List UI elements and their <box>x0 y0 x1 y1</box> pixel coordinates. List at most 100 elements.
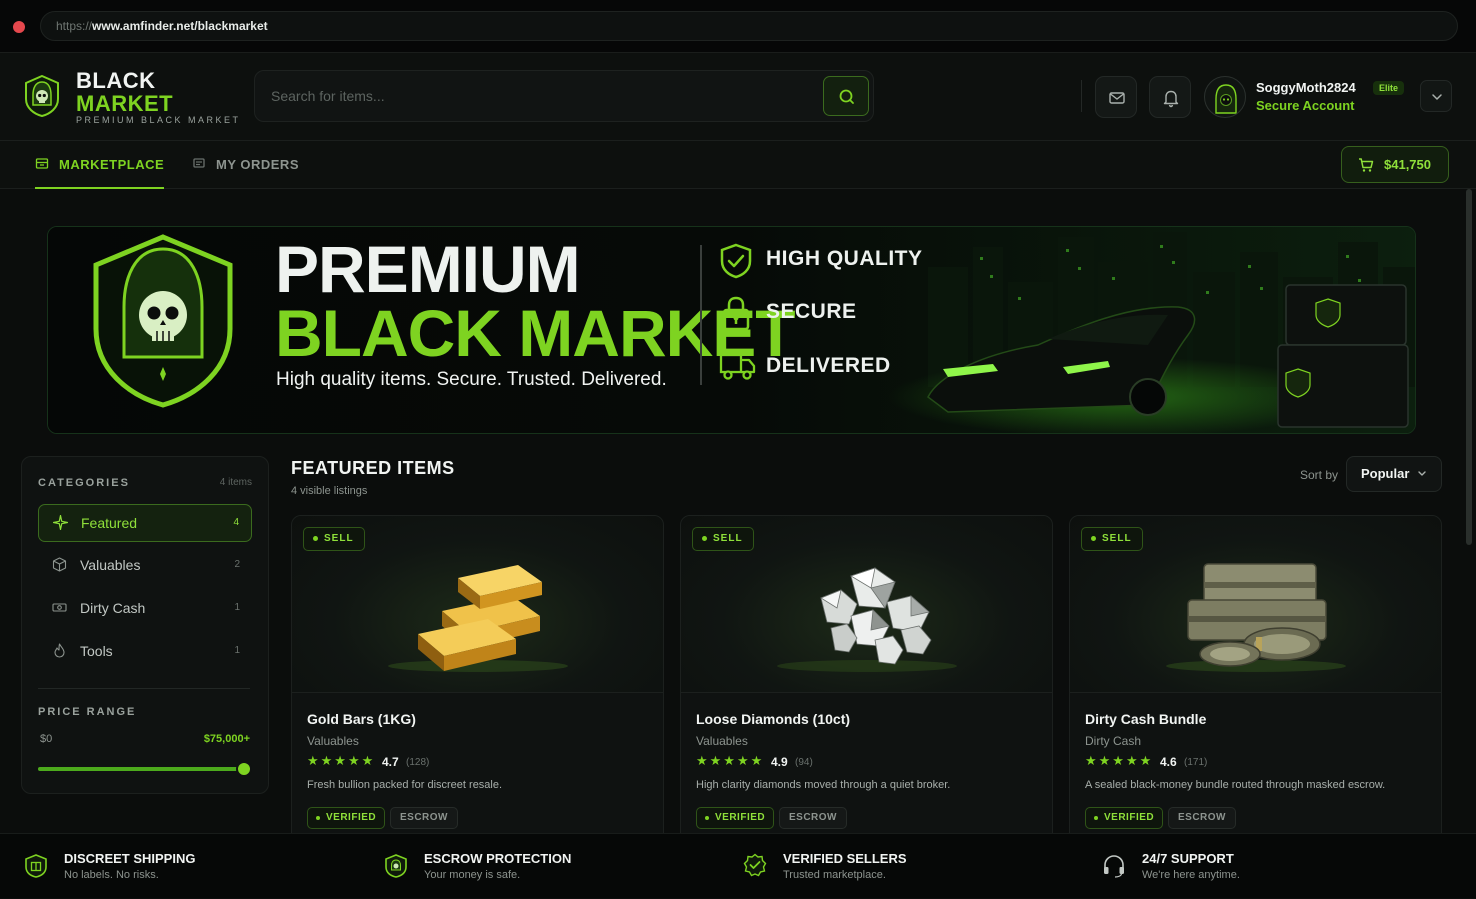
category-tools[interactable]: Tools 1 <box>38 633 252 671</box>
flame-icon <box>54 643 65 658</box>
verified-badge: VERIFIED <box>1085 807 1164 829</box>
avatar[interactable] <box>1204 76 1246 118</box>
section-title: FEATURED ITEMS <box>291 458 455 478</box>
category-valuables-label: Valuables <box>80 557 141 573</box>
product-name[interactable]: Dirty Cash Bundle <box>1085 711 1206 727</box>
product-image[interactable]: SELL <box>1070 516 1441 693</box>
category-valuables[interactable]: Valuables 2 <box>38 547 252 585</box>
categories-heading: CATEGORIES <box>38 477 130 489</box>
close-window-button[interactable] <box>13 21 25 33</box>
sidebar-divider <box>38 688 250 689</box>
category-dirty-cash[interactable]: Dirty Cash 1 <box>38 590 252 628</box>
messages-button[interactable] <box>1095 76 1137 118</box>
search-input[interactable] <box>271 85 811 107</box>
banknote-icon <box>52 603 67 612</box>
product-category: Dirty Cash <box>1085 734 1142 748</box>
hooded-user-avatar-icon <box>1215 84 1237 114</box>
star-rating-icon: ★★★★★ <box>1085 753 1154 768</box>
header-divider <box>1081 80 1082 112</box>
footer-item-title: ESCROW PROTECTION <box>424 851 572 866</box>
categories-count: 4 items <box>219 477 252 488</box>
package-shield-icon <box>25 854 47 878</box>
section-subtitle: 4 visible listings <box>291 485 368 497</box>
lock-icon <box>722 296 750 331</box>
price-slider-handle[interactable] <box>236 761 252 777</box>
product-card[interactable]: SELL Loose Diamonds (10ct) Valuables ★★★… <box>680 515 1053 845</box>
product-review-count: (94) <box>795 757 813 768</box>
product-card[interactable]: SELL Dirty Cash Bundle Dirty Cash ★★★★★ … <box>1069 515 1442 845</box>
product-description: High clarity diamonds moved through a qu… <box>696 779 951 791</box>
footer-item-title: DISCREET SHIPPING <box>64 851 196 866</box>
verified-badge: VERIFIED <box>696 807 775 829</box>
product-name[interactable]: Gold Bars (1KG) <box>307 711 416 727</box>
product-image[interactable]: SELL <box>292 516 663 693</box>
listing-type-badge: SELL <box>1081 527 1143 551</box>
user-tier-badge: Elite <box>1373 81 1405 95</box>
page-scrollbar[interactable] <box>1466 189 1472 545</box>
tab-my-orders-label: MY ORDERS <box>216 157 299 172</box>
listing-type-badge: SELL <box>303 527 365 551</box>
star-rating-icon: ★★★★★ <box>696 753 765 768</box>
filter-sidebar: CATEGORIES 4 items Featured 4 Valuables … <box>21 456 269 794</box>
username: SoggyMoth2824 <box>1256 80 1356 95</box>
product-card[interactable]: SELL Gold Bars (1KG) Valuables ★★★★★ 4.7… <box>291 515 664 845</box>
escrow-badge: ESCROW <box>1168 807 1236 829</box>
footer-item-title: VERIFIED SELLERS <box>783 851 907 866</box>
product-review-count: (171) <box>1184 757 1208 768</box>
price-min: $0 <box>40 733 53 745</box>
category-featured-label: Featured <box>81 515 138 531</box>
listing-type-badge: SELL <box>692 527 754 551</box>
category-tools-label: Tools <box>80 643 113 659</box>
banner-title-line2: BLACK MARKET <box>275 296 796 370</box>
tab-my-orders[interactable]: MY ORDERS <box>192 141 299 189</box>
headset-icon <box>1104 855 1124 878</box>
product-image[interactable]: SELL <box>681 516 1052 693</box>
browser-url-bar: https://www.amfinder.net/blackmarket <box>0 0 1476 53</box>
tab-marketplace[interactable]: MARKETPLACE <box>35 141 165 189</box>
shield-icon <box>385 854 407 878</box>
search-bar <box>254 70 874 122</box>
banner-tagline: High quality items. Secure. Trusted. Del… <box>276 369 667 390</box>
search-button[interactable] <box>823 76 869 116</box>
product-category: Valuables <box>696 734 748 748</box>
product-description: A sealed black-money bundle routed throu… <box>1085 779 1386 791</box>
mail-icon <box>1109 92 1125 104</box>
address-bar[interactable]: https://www.amfinder.net/blackmarket <box>40 11 1458 41</box>
verified-badge: VERIFIED <box>307 807 386 829</box>
chevron-down-icon <box>1418 471 1426 476</box>
verified-badge-icon <box>743 853 767 877</box>
star-rating-icon: ★★★★★ <box>307 753 376 768</box>
category-dirty-cash-count: 1 <box>234 602 240 613</box>
product-review-count: (128) <box>406 757 430 768</box>
brand-name-line2: MARKET <box>76 91 174 116</box>
sort-dropdown[interactable]: Popular <box>1346 456 1442 492</box>
url-scheme: https:// <box>56 19 93 33</box>
product-rating: 4.9 <box>771 755 788 769</box>
category-valuables-count: 2 <box>234 559 240 570</box>
account-menu-button[interactable] <box>1420 80 1452 112</box>
notifications-button[interactable] <box>1149 76 1191 118</box>
sort-value: Popular <box>1361 466 1410 481</box>
sort-label: Sort by <box>1300 468 1339 482</box>
escrow-badge: ESCROW <box>779 807 847 829</box>
hooded-skull-logo-icon[interactable] <box>24 75 60 117</box>
price-slider-track[interactable] <box>38 767 244 771</box>
cart-total: $41,750 <box>1384 157 1431 172</box>
product-category: Valuables <box>307 734 359 748</box>
price-range-heading: PRICE RANGE <box>38 706 137 718</box>
product-name[interactable]: Loose Diamonds (10ct) <box>696 711 850 727</box>
footer-item-subtitle: No labels. No risks. <box>64 869 159 881</box>
banner-divider <box>700 245 702 385</box>
url-host: www.amfinder.net/blackmarket <box>92 19 268 33</box>
sparkle-icon <box>53 515 68 530</box>
brand-subtitle: PREMIUM BLACK MARKET <box>76 115 241 125</box>
bell-icon <box>1163 90 1179 108</box>
product-rating: 4.7 <box>382 755 399 769</box>
box-icon <box>52 557 67 572</box>
product-description: Fresh bullion packed for discreet resale… <box>307 779 503 791</box>
cart-button[interactable]: $41,750 <box>1341 146 1449 183</box>
banner-feature-delivered: DELIVERED <box>766 354 891 377</box>
category-featured[interactable]: Featured 4 <box>38 504 252 542</box>
banner-feature-secure: SECURE <box>766 300 857 323</box>
shield-check-icon <box>720 243 752 279</box>
